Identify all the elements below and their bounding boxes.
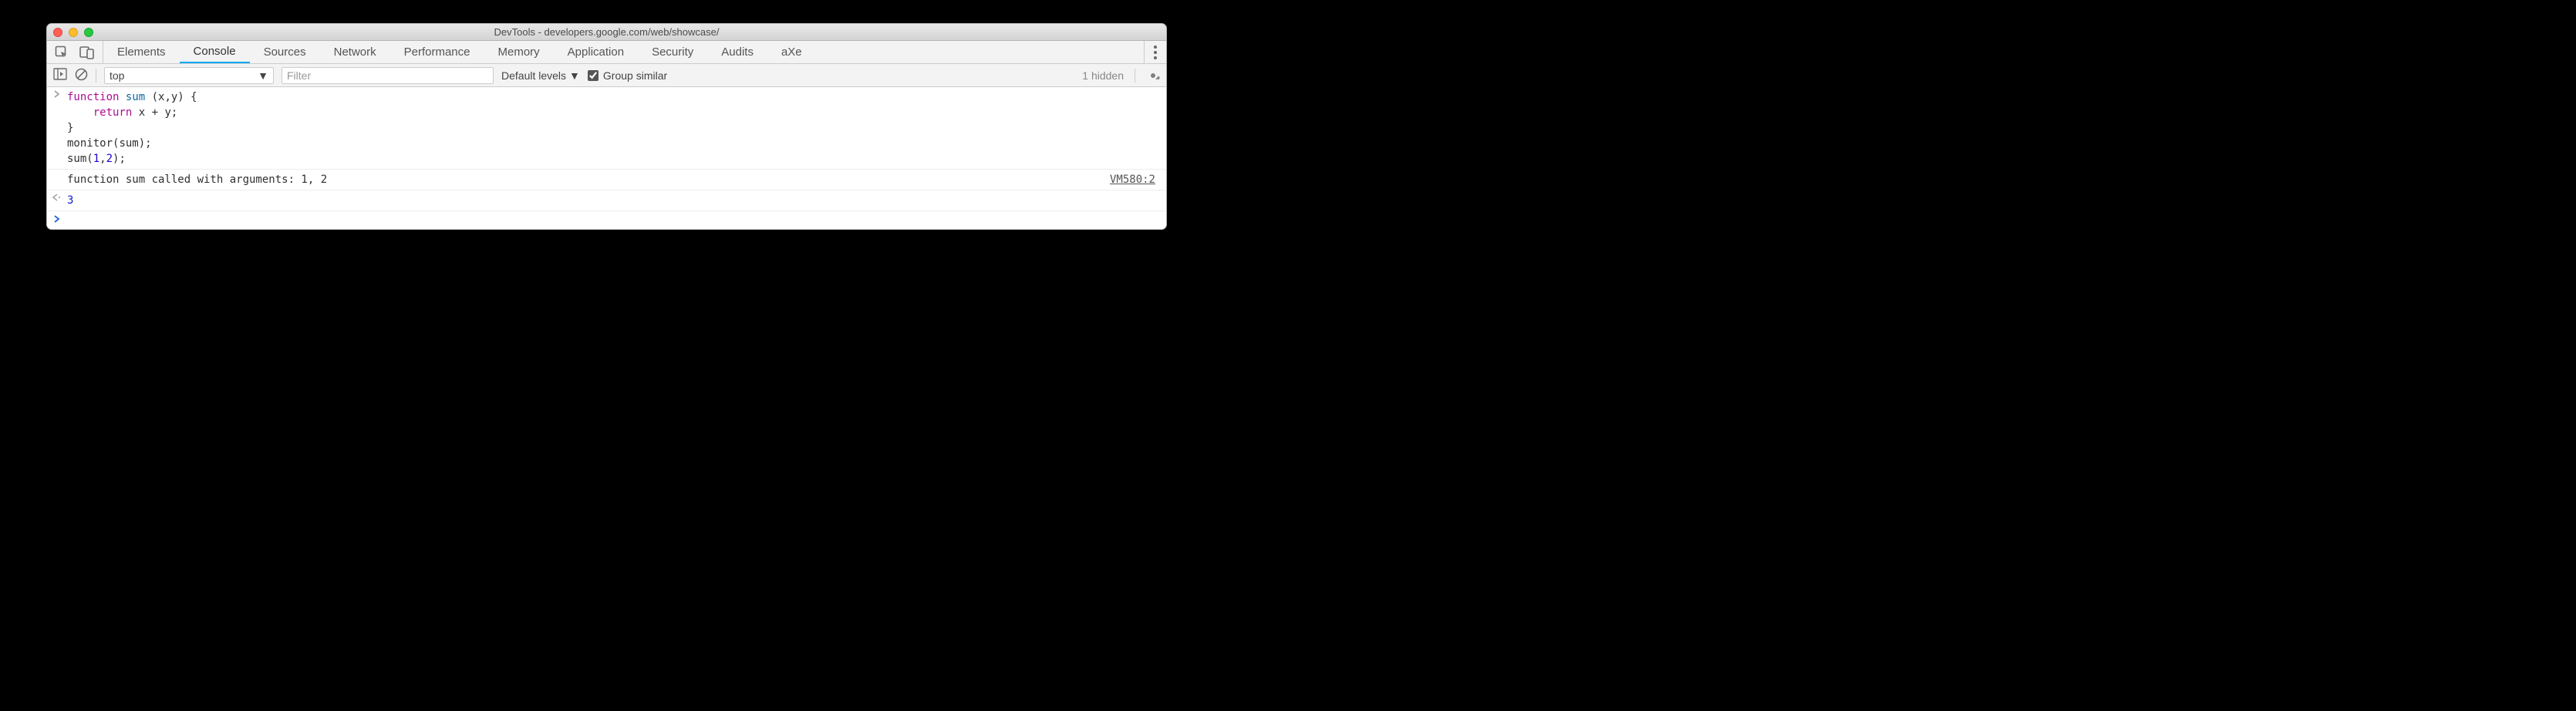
levels-label: Default levels bbox=[501, 69, 566, 82]
result-value: 3 bbox=[67, 193, 1162, 208]
traffic-lights bbox=[53, 28, 93, 37]
console-settings-icon[interactable] bbox=[1146, 69, 1160, 83]
console-prompt-row[interactable] bbox=[47, 211, 1166, 229]
window-titlebar: DevTools - developers.google.com/web/sho… bbox=[47, 24, 1166, 41]
tabbar-trailing-tools bbox=[1144, 41, 1166, 63]
chevron-down-icon: ▼ bbox=[258, 69, 268, 82]
console-toolbar: top ▼ Default levels ▼ Group similar 1 h… bbox=[47, 64, 1166, 87]
window-title: DevTools - developers.google.com/web/sho… bbox=[47, 26, 1166, 38]
execution-context-select[interactable]: top ▼ bbox=[104, 67, 274, 84]
tab-sources[interactable]: Sources bbox=[250, 41, 320, 63]
log-message: function sum called with arguments: 1, 2 bbox=[67, 172, 1110, 187]
tab-audits[interactable]: Audits bbox=[707, 41, 767, 63]
group-similar-toggle[interactable]: Group similar bbox=[588, 69, 667, 82]
console-input-row: function sum (x,y) { return x + y; } mon… bbox=[47, 87, 1166, 170]
log-source-link[interactable]: VM580:2 bbox=[1110, 172, 1162, 187]
clear-console-icon[interactable] bbox=[75, 68, 88, 83]
console-log-row: function sum called with arguments: 1, 2… bbox=[47, 170, 1166, 190]
tab-performance[interactable]: Performance bbox=[390, 41, 484, 63]
devtools-window: DevTools - developers.google.com/web/sho… bbox=[46, 23, 1167, 230]
panel-tabs: Elements Console Sources Network Perform… bbox=[103, 41, 816, 63]
tabbar-leading-tools bbox=[47, 41, 103, 63]
zoom-window-button[interactable] bbox=[84, 28, 93, 37]
tab-elements[interactable]: Elements bbox=[103, 41, 180, 63]
console-body: function sum (x,y) { return x + y; } mon… bbox=[47, 87, 1166, 229]
group-similar-checkbox[interactable] bbox=[588, 70, 598, 81]
inspect-element-icon[interactable] bbox=[55, 45, 69, 59]
panel-tabbar: Elements Console Sources Network Perform… bbox=[47, 41, 1166, 64]
minimize-window-button[interactable] bbox=[69, 28, 78, 37]
group-similar-label: Group similar bbox=[603, 69, 667, 82]
tab-console[interactable]: Console bbox=[180, 41, 250, 63]
log-gutter bbox=[47, 172, 67, 187]
filter-input[interactable] bbox=[282, 67, 494, 84]
context-select-value: top bbox=[110, 69, 124, 82]
hidden-messages-count[interactable]: 1 hidden bbox=[1082, 69, 1124, 82]
prompt-icon bbox=[47, 214, 67, 223]
console-prompt-input[interactable] bbox=[67, 214, 1162, 223]
tab-application[interactable]: Application bbox=[554, 41, 638, 63]
close-window-button[interactable] bbox=[53, 28, 62, 37]
tab-security[interactable]: Security bbox=[638, 41, 707, 63]
console-result-row: 3 bbox=[47, 190, 1166, 211]
toggle-device-toolbar-icon[interactable] bbox=[79, 45, 95, 59]
tab-memory[interactable]: Memory bbox=[484, 41, 554, 63]
input-prompt-icon bbox=[47, 89, 67, 167]
tab-network[interactable]: Network bbox=[320, 41, 390, 63]
toggle-sidebar-icon[interactable] bbox=[53, 68, 67, 83]
more-options-icon[interactable] bbox=[1151, 42, 1160, 62]
console-input-code[interactable]: function sum (x,y) { return x + y; } mon… bbox=[67, 89, 1162, 167]
chevron-down-icon: ▼ bbox=[569, 69, 580, 82]
log-levels-select[interactable]: Default levels ▼ bbox=[501, 69, 580, 82]
tab-axe[interactable]: aXe bbox=[767, 41, 816, 63]
result-indicator-icon bbox=[47, 193, 67, 208]
